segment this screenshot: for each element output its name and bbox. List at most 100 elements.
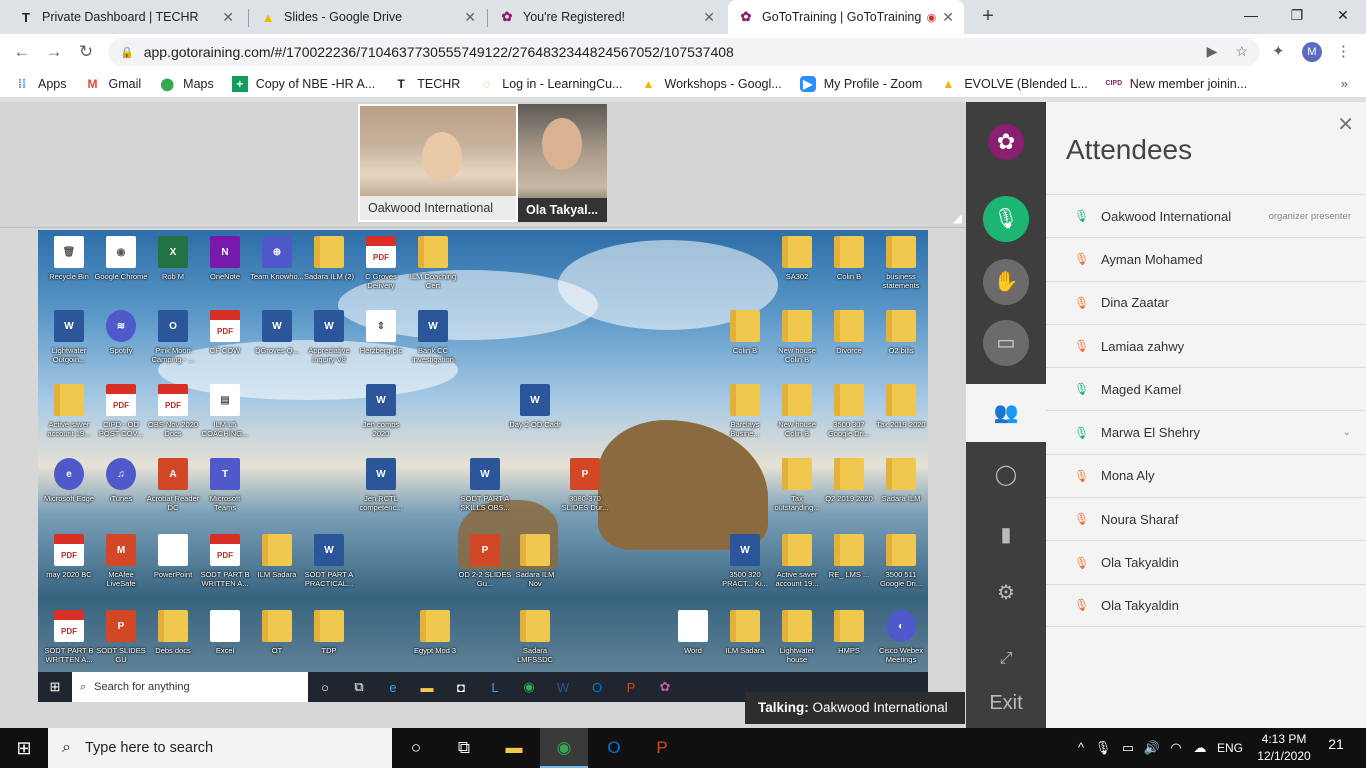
attendee-row[interactable]: 🎙 Ola Takyaldin xyxy=(1046,540,1366,583)
desktop-icon[interactable]: Sadara ILM Nov xyxy=(508,534,562,588)
desktop-icon[interactable]: Colin B xyxy=(822,236,876,281)
tab-gototraining[interactable]: ✿ GoToTraining | GoToTraining ◉ ✕ xyxy=(728,0,964,34)
bookmark-gmail[interactable]: M Gmail xyxy=(85,76,142,92)
desktop-icon[interactable]: 3500 307 Google Dri... xyxy=(822,384,876,438)
desktop-icon[interactable]: ILM Sadara xyxy=(250,534,304,579)
desktop-icon[interactable]: Debs docs xyxy=(146,610,200,655)
desktop-icon[interactable]: P 3080-370 SLIDES Dur... xyxy=(558,458,612,512)
desktop-icon[interactable]: OT xyxy=(250,610,304,655)
desktop-icon[interactable]: 3500 511 Google Dri... xyxy=(874,534,928,588)
file-explorer-icon[interactable]: ▬ xyxy=(490,728,538,768)
resize-handle-icon[interactable]: ◢ xyxy=(953,211,962,225)
desktop-icon[interactable]: 🗑 Recycle Bin xyxy=(42,236,96,281)
chrome-icon[interactable]: ◉ xyxy=(540,728,588,768)
bookmark-maps[interactable]: ⬤ Maps xyxy=(159,76,213,92)
desktop-icon[interactable]: W Jen RCTL competenc... xyxy=(354,458,408,512)
clock[interactable]: 4:13 PM 12/1/2020 xyxy=(1252,731,1316,765)
desktop-icon[interactable]: Excel xyxy=(198,610,252,655)
attendee-row[interactable]: 🎙 Mona Aly xyxy=(1046,453,1366,497)
desktop-icon[interactable]: X Rob M xyxy=(146,236,200,281)
tray-overflow-icon[interactable]: ^ xyxy=(1072,728,1090,768)
volume-icon[interactable]: 🔊 xyxy=(1142,728,1162,768)
outlook-icon[interactable]: O xyxy=(590,728,638,768)
cortana-icon[interactable]: ○ xyxy=(308,680,342,695)
gototraining-icon[interactable]: ✿ xyxy=(648,679,682,695)
bookmark-techr[interactable]: T TECHR xyxy=(393,76,461,92)
bookmark-learningcu[interactable]: ◌ Log in - LearningCu... xyxy=(478,76,623,92)
close-icon[interactable]: ✕ xyxy=(1337,112,1354,137)
desktop-icon[interactable]: ▤ ILM L5 COACHING... xyxy=(198,384,252,438)
desktop-icon[interactable]: SA302 xyxy=(770,236,824,281)
bookmark-workshops[interactable]: ▲ Workshops - Googl... xyxy=(641,76,782,92)
more-bookmarks-icon[interactable]: » xyxy=(1341,76,1348,91)
desktop-icon[interactable]: W Appreciative Inquiry V8 xyxy=(302,310,356,364)
exit-button[interactable]: Exit xyxy=(966,692,1046,715)
desktop-icon[interactable]: M McAfee LiveSafe xyxy=(94,534,148,588)
windows-start-icon[interactable]: ⊞ xyxy=(38,672,72,702)
raise-hand-button[interactable]: ✋ xyxy=(983,259,1029,305)
desktop-icon[interactable]: Q2 2019 2020 xyxy=(822,458,876,503)
battery-icon[interactable]: ▭ xyxy=(1118,728,1138,768)
chevron-down-icon[interactable]: ⌄ xyxy=(1343,427,1351,438)
desktop-icon[interactable]: W Day 2 OD Cadr xyxy=(508,384,562,429)
bookmark-zoom[interactable]: ▶ My Profile - Zoom xyxy=(799,75,922,92)
forward-button[interactable]: → xyxy=(42,40,66,64)
desktop-icon[interactable]: Tax outstanding... xyxy=(770,458,824,512)
wifi-icon[interactable]: ◠ xyxy=(1166,728,1186,768)
webcam-oakwood[interactable]: Oakwood International xyxy=(358,104,518,222)
gear-icon[interactable]: ⚙ xyxy=(966,580,1046,605)
desktop-icon[interactable]: e Microsoft Edge xyxy=(42,458,96,503)
menu-icon[interactable]: ⋮ xyxy=(1336,42,1351,60)
desktop-icon[interactable]: Egypt Mod 3 xyxy=(408,610,462,655)
tab-google-drive[interactable]: ▲ Slides - Google Drive ✕ xyxy=(250,0,486,34)
desktop-icon[interactable]: W SODT PART A PRACTICAL... xyxy=(302,534,356,588)
desktop-icon[interactable]: ◐ Cisco Webex Meetings xyxy=(874,610,928,664)
attendee-row[interactable]: 🎙 Ayman Mohamed xyxy=(1046,237,1366,280)
desktop-icon[interactable]: W Lightwater Outgoin... xyxy=(42,310,96,364)
task-view-icon[interactable]: ⧉ xyxy=(342,679,376,695)
desktop-icon[interactable]: W Bank CC investigation xyxy=(406,310,460,364)
desktop-icon[interactable]: PDF may 2020 BC xyxy=(42,534,96,579)
tab-techr-dashboard[interactable]: T Private Dashboard | TECHR ✕ xyxy=(8,0,244,34)
desktop-icon[interactable]: Active saver account 19... xyxy=(770,534,824,588)
desktop-icon[interactable]: New house Colin B xyxy=(770,384,824,438)
desktop-icon[interactable]: Sadara ILM xyxy=(874,458,928,503)
new-tab-button[interactable]: + xyxy=(976,5,1000,29)
powerpoint-icon[interactable]: P xyxy=(614,680,648,695)
desktop-icon[interactable]: Sadara ILM (2) xyxy=(302,236,356,281)
close-icon[interactable]: ✕ xyxy=(464,9,476,26)
close-icon[interactable]: ✕ xyxy=(942,9,954,26)
handouts-icon[interactable]: ▮ xyxy=(966,522,1046,547)
extensions-icon[interactable]: ✦ xyxy=(1272,42,1285,60)
store-icon[interactable]: ◘ xyxy=(444,680,478,695)
attendee-row[interactable]: 🎙 Lamiaa zahwy xyxy=(1046,323,1366,367)
desktop-icon[interactable]: ILM Coaching Cert xyxy=(406,236,460,290)
camera-in-use-icon[interactable]: ▶ xyxy=(1207,43,1218,60)
bookmark-cipd[interactable]: CIPD New member joinin... xyxy=(1105,76,1247,92)
file-explorer-icon[interactable]: ▬ xyxy=(410,680,444,695)
desktop-icon[interactable]: business statements xyxy=(874,236,928,290)
bookmark-nbe[interactable]: + Copy of NBE -HR A... xyxy=(231,75,375,92)
desktop-icon[interactable]: Sadara LMFSSDC xyxy=(508,610,562,664)
desktop-icon[interactable]: A Acrobat Reader DC xyxy=(146,458,200,512)
address-bar[interactable]: 🔒 app.gotoraining.com/#/170022236/710463… xyxy=(108,38,1260,66)
attendee-row[interactable]: 🎙 Ola Takyaldin xyxy=(1046,583,1366,627)
onedrive-icon[interactable]: ☁ xyxy=(1190,728,1210,768)
learning-app-icon[interactable]: L xyxy=(478,680,512,695)
shared-search-box[interactable]: ⌕ Search for anything xyxy=(72,672,308,702)
desktop-icon[interactable]: P SODT SLIDES GU xyxy=(94,610,148,664)
microphone-button[interactable]: 🎙 xyxy=(983,196,1029,242)
attendee-row[interactable]: 🎙 Oakwood International organizer presente… xyxy=(1046,194,1366,237)
desktop-icon[interactable]: PDF CIPD - OD POST COV... xyxy=(94,384,148,438)
desktop-icon[interactable]: New house Colin B xyxy=(770,310,824,364)
desktop-icon[interactable]: ILM Sadara xyxy=(718,610,772,655)
bookmark-apps[interactable]: ⁞⁞ Apps xyxy=(14,76,67,92)
desktop-icon[interactable]: O Pink Moon Camping - ... xyxy=(146,310,200,364)
desktop-icon[interactable]: HMPS xyxy=(822,610,876,655)
desktop-icon[interactable]: ◉ Google Chrome xyxy=(94,236,148,281)
close-icon[interactable]: ✕ xyxy=(222,9,234,26)
desktop-icon[interactable]: Word xyxy=(666,610,720,655)
chat-icon[interactable]: ◯ xyxy=(966,462,1046,487)
back-button[interactable]: ← xyxy=(10,40,34,64)
desktop-icon[interactable]: Lightwater house xyxy=(770,610,824,664)
